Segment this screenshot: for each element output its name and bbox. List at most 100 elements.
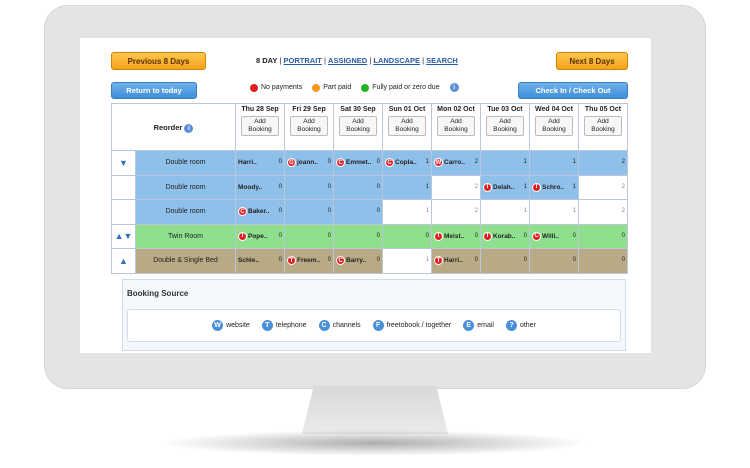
- availability-cell[interactable]: 0: [284, 223, 334, 249]
- availability-cell[interactable]: 0: [333, 174, 383, 200]
- booking-cell[interactable]: C Willi.. 0: [529, 223, 579, 249]
- availability-cell[interactable]: 0: [333, 223, 383, 249]
- booking-cell[interactable]: T Freem.. 0: [284, 248, 334, 274]
- booking-guest: C Barry..: [336, 256, 380, 266]
- booking-cell[interactable]: T Schro.. 1: [529, 174, 579, 200]
- day-header: Sun 01 Oct Add Booking: [382, 103, 432, 151]
- booking-guest: T Harri..: [434, 256, 478, 266]
- availability-count: 0: [523, 232, 527, 239]
- availability-cell[interactable]: 2: [578, 174, 628, 200]
- add-booking-button[interactable]: Add Booking: [535, 116, 573, 136]
- availability-cell[interactable]: 0: [578, 223, 628, 249]
- availability-cell[interactable]: 1: [382, 248, 432, 274]
- reorder-arrows-icon[interactable]: ▲: [111, 248, 136, 274]
- availability-count: 0: [327, 232, 331, 239]
- availability-cell[interactable]: 0: [480, 248, 530, 274]
- booking-cell[interactable]: T Meist.. 0: [431, 223, 481, 249]
- info-icon[interactable]: i: [184, 124, 194, 133]
- add-booking-button[interactable]: Add Booking: [486, 116, 524, 136]
- availability-cell[interactable]: 1: [529, 199, 579, 225]
- reorder-header: Reorder i: [111, 103, 236, 151]
- availability-cell[interactable]: 2: [431, 199, 481, 225]
- legend-no-payments: No payments: [250, 83, 302, 92]
- availability-cell[interactable]: 2: [431, 174, 481, 200]
- availability-cell[interactable]: 2: [578, 199, 628, 225]
- red-dot-icon: [250, 83, 258, 92]
- booking-cell[interactable]: Moody.. 0: [235, 174, 285, 200]
- grid-body: ▼ Double room Harri.. 0 Gjoann.. 0 C Emmet.. 0 C C…: [111, 150, 628, 274]
- guest-name: Schro..: [542, 183, 565, 191]
- day-header: Thu 05 Oct Add Booking: [578, 103, 628, 151]
- availability-cell[interactable]: 1: [382, 199, 432, 225]
- guest-name: Emmet..: [346, 159, 372, 167]
- booking-cell[interactable]: Schle.. 0: [235, 248, 285, 274]
- booking-cell[interactable]: C Barry.. 0: [333, 248, 383, 274]
- booking-cell[interactable]: T Korab.. 0: [480, 223, 530, 249]
- add-booking-button[interactable]: Add Booking: [241, 116, 279, 136]
- booking-source-badge-icon: T: [434, 256, 443, 266]
- reorder-arrows-icon[interactable]: ▼: [111, 150, 136, 176]
- room-row: ▼ Double room Harri.. 0 Gjoann.. 0 C Emmet.. 0 C C…: [111, 150, 628, 176]
- add-booking-button[interactable]: Add Booking: [437, 116, 475, 136]
- reorder-arrows-icon[interactable]: [111, 174, 136, 200]
- view-landscape-link[interactable]: LANDSCAPE: [373, 56, 420, 65]
- add-booking-button[interactable]: Add Booking: [339, 116, 377, 136]
- add-booking-button[interactable]: Add Booking: [290, 116, 328, 136]
- booking-source-badge-icon: T: [483, 231, 492, 241]
- booking-cell[interactable]: C Copla.. 1: [382, 150, 432, 176]
- day-header: Tue 03 Oct Add Booking: [480, 103, 530, 151]
- availability-cell[interactable]: 0: [284, 199, 334, 225]
- guest-name: Pope..: [248, 232, 268, 240]
- reorder-arrows-icon[interactable]: ▲▼: [111, 223, 136, 249]
- booking-guest: T Meist..: [434, 231, 478, 241]
- previous-days-button[interactable]: Previous 8 Days: [111, 52, 206, 70]
- source-website-icon: W: [212, 320, 224, 331]
- info-icon[interactable]: i: [449, 83, 459, 92]
- availability-count: 0: [327, 159, 331, 165]
- availability-cell[interactable]: 1: [529, 150, 579, 176]
- return-to-today-button[interactable]: Return to today: [111, 82, 197, 99]
- booking-cell[interactable]: T Harri.. 0: [431, 248, 481, 274]
- booking-cell[interactable]: W Carro.. 2: [431, 150, 481, 176]
- availability-count: 0: [327, 257, 331, 263]
- availability-cell[interactable]: 2: [578, 150, 628, 176]
- availability-cell[interactable]: 0: [333, 199, 383, 225]
- booking-source-item: Cchannels: [318, 320, 361, 331]
- add-booking-button[interactable]: Add Booking: [388, 116, 426, 136]
- guest-name: Carro..: [444, 159, 465, 167]
- availability-count: 0: [278, 232, 282, 239]
- add-booking-button[interactable]: Add Booking: [584, 116, 622, 136]
- booking-source-label: freetobook / together: [386, 322, 452, 329]
- booking-source-label: email: [477, 322, 494, 329]
- booking-cell[interactable]: Gjoann.. 0: [284, 150, 334, 176]
- booking-cell[interactable]: T Pope.. 0: [235, 223, 285, 249]
- availability-count: 1: [572, 159, 576, 165]
- view-assigned-link[interactable]: ASSIGNED: [328, 56, 367, 65]
- booking-cell[interactable]: T Delah.. 1: [480, 174, 530, 200]
- availability-cell[interactable]: 1: [480, 150, 530, 176]
- reorder-arrows-icon[interactable]: [111, 199, 136, 225]
- availability-count: 0: [425, 232, 429, 239]
- day-header: Wed 04 Oct Add Booking: [529, 103, 579, 151]
- next-days-button[interactable]: Next 8 Days: [556, 52, 628, 70]
- booking-guest: T Freem..: [287, 256, 331, 266]
- availability-cell[interactable]: 0: [529, 248, 579, 274]
- view-portrait-link[interactable]: PORTRAIT: [284, 56, 322, 65]
- booking-cell[interactable]: C Baker.. 0: [235, 199, 285, 225]
- availability-cell[interactable]: 0: [382, 223, 432, 249]
- booking-cell[interactable]: Harri.. 0: [235, 150, 285, 176]
- search-link[interactable]: SEARCH: [426, 56, 458, 65]
- availability-cell[interactable]: 0: [578, 248, 628, 274]
- booking-source-badge-icon: C: [238, 207, 247, 217]
- guest-name: Moody..: [238, 183, 263, 191]
- booking-cell[interactable]: C Emmet.. 0: [333, 150, 383, 176]
- check-in-out-button[interactable]: Check In / Check Out: [518, 82, 628, 99]
- availability-cell[interactable]: 0: [284, 174, 334, 200]
- source-channels-icon: C: [318, 320, 330, 331]
- booking-source-badge-icon: G: [287, 158, 296, 168]
- day-header: Sat 30 Sep Add Booking: [333, 103, 383, 151]
- availability-count: 0: [621, 257, 625, 263]
- availability-cell[interactable]: 1: [480, 199, 530, 225]
- guest-name: Barry..: [346, 257, 367, 265]
- availability-cell[interactable]: 1: [382, 174, 432, 200]
